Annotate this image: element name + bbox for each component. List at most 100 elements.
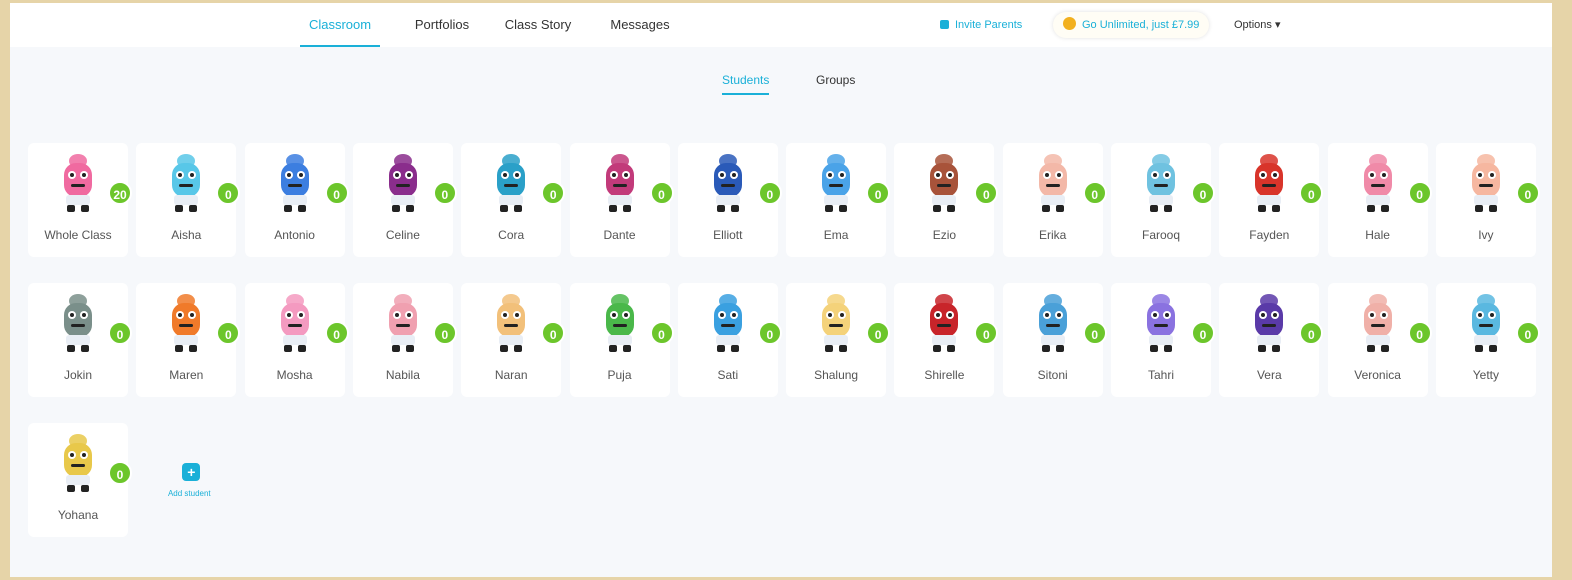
student-card[interactable]: 0 Celine [352, 143, 457, 257]
points-badge: 0 [649, 181, 674, 205]
points-badge: 0 [1191, 181, 1215, 205]
points-badge: 0 [1515, 181, 1540, 205]
subtab-groups[interactable]: Groups [816, 73, 855, 93]
student-card[interactable]: 0 Shalung [786, 283, 891, 397]
points-badge: 0 [1082, 321, 1107, 345]
points-badge: 0 [1515, 321, 1540, 345]
tab-messages[interactable]: Messages [600, 3, 680, 47]
student-card[interactable]: 0 Sitoni [1002, 283, 1107, 397]
monster-avatar-icon [1038, 294, 1067, 352]
monster-avatar-icon [605, 154, 634, 212]
tab-class-story[interactable]: Class Story [498, 3, 578, 47]
student-name: Elliott [713, 228, 743, 242]
student-card[interactable]: 0 Shirelle [894, 283, 999, 397]
tab-classroom[interactable]: Classroom [300, 3, 380, 47]
student-card[interactable]: 0 Yohana [28, 423, 132, 537]
monster-avatar-icon [713, 294, 742, 352]
student-card[interactable]: 0 Antonio [244, 143, 349, 257]
monster-avatar-icon [822, 154, 851, 212]
student-card[interactable]: 20 Whole Class [28, 143, 132, 257]
tab-portfolios[interactable]: Portfolios [402, 3, 482, 47]
student-card[interactable]: 0 Ema [786, 143, 891, 257]
student-name: Ema [823, 228, 849, 242]
student-name: Mosha [276, 368, 313, 382]
student-card[interactable]: 0 Maren [136, 283, 241, 397]
student-card[interactable]: 0 Nabila [352, 283, 457, 397]
points-badge: 0 [216, 181, 241, 205]
student-card[interactable]: 0 Yetty [1435, 283, 1540, 397]
student-card[interactable]: 0 Vera [1219, 283, 1324, 397]
student-card[interactable]: 0 Aisha [136, 143, 241, 257]
student-card[interactable]: 0 Elliott [677, 143, 782, 257]
student-name: Tahri [1147, 368, 1174, 382]
student-card[interactable]: 0 Puja [569, 283, 674, 397]
monster-avatar-icon [64, 294, 92, 352]
monster-avatar-icon [1147, 154, 1175, 212]
student-card[interactable]: 0 Jokin [28, 283, 132, 397]
monster-avatar-icon [1255, 154, 1284, 212]
student-name: Veronica [1354, 368, 1401, 382]
points-badge: 0 [1407, 321, 1432, 345]
student-card[interactable]: 0 Hale [1327, 143, 1432, 257]
student-card[interactable]: 0 Tahri [1111, 283, 1215, 397]
add-student-button[interactable]: + Add student [144, 443, 234, 523]
monster-avatar-icon [497, 294, 526, 352]
points-badge: 0 [432, 321, 457, 345]
points-badge: 0 [1299, 181, 1324, 205]
upgrade-pill-button[interactable]: Go Unlimited, just £7.99 [1053, 12, 1210, 38]
points-badge: 0 [1082, 181, 1107, 205]
student-name: Whole Class [44, 228, 112, 242]
add-student-label: Add student [167, 489, 211, 498]
student-name: Shalung [814, 368, 859, 382]
student-name: Cora [498, 228, 525, 242]
student-name: Naran [494, 368, 528, 382]
points-badge: 0 [974, 321, 999, 345]
student-card[interactable]: 0 Mosha [244, 283, 349, 397]
student-name: Sitoni [1037, 368, 1068, 382]
student-card[interactable]: 0 Ivy [1435, 143, 1540, 257]
points-badge: 0 [1299, 321, 1324, 345]
student-name: Puja [607, 368, 632, 382]
student-name: Jokin [63, 368, 92, 382]
student-card[interactable]: 0 Sati [677, 283, 782, 397]
student-name: Yetty [1472, 368, 1500, 382]
monster-avatar-icon [930, 154, 959, 212]
student-card[interactable]: 0 Naran [461, 283, 566, 397]
student-card[interactable]: 0 Veronica [1327, 283, 1432, 397]
monster-avatar-icon [172, 294, 201, 352]
monster-avatar-icon [822, 294, 851, 352]
student-card[interactable]: 0 Farooq [1111, 143, 1215, 257]
plus-icon: + [182, 463, 201, 481]
student-name: Ezio [932, 228, 957, 242]
top-navigation-bar: Classroom Portfolios Class Story Message… [10, 3, 1552, 47]
student-name: Aisha [171, 228, 202, 242]
student-card[interactable]: 0 Cora [461, 143, 566, 257]
coin-icon [1063, 17, 1076, 30]
invite-parents-link[interactable]: Invite Parents [940, 12, 1022, 38]
student-card[interactable]: 0 Erika [1002, 143, 1107, 257]
subtab-students[interactable]: Students [722, 73, 770, 95]
student-card[interactable]: 0 Ezio [894, 143, 999, 257]
points-badge: 0 [324, 181, 349, 205]
points-badge: 0 [108, 321, 132, 345]
monster-avatar-icon [713, 154, 742, 212]
student-name: Vera [1256, 368, 1282, 382]
points-badge: 0 [541, 181, 566, 205]
monster-avatar-icon [1363, 154, 1392, 212]
points-badge: 0 [649, 321, 674, 345]
points-badge: 0 [866, 321, 891, 345]
points-badge: 0 [757, 321, 782, 345]
points-badge: 0 [974, 181, 999, 205]
student-name: Shirelle [924, 368, 965, 382]
monster-avatar-icon [1471, 154, 1500, 212]
options-dropdown[interactable]: Options ▾ [1234, 12, 1281, 38]
student-card[interactable]: 0 Dante [569, 143, 674, 257]
invite-parents-label: Invite Parents [955, 19, 1023, 31]
points-badge: 0 [324, 321, 349, 345]
monster-avatar-icon [1038, 154, 1067, 212]
student-name: Yohana [57, 508, 99, 522]
points-badge: 0 [866, 181, 891, 205]
app-window: Classroom Portfolios Class Story Message… [10, 3, 1552, 577]
student-card[interactable]: 0 Fayden [1219, 143, 1324, 257]
student-name: Celine [385, 228, 420, 242]
